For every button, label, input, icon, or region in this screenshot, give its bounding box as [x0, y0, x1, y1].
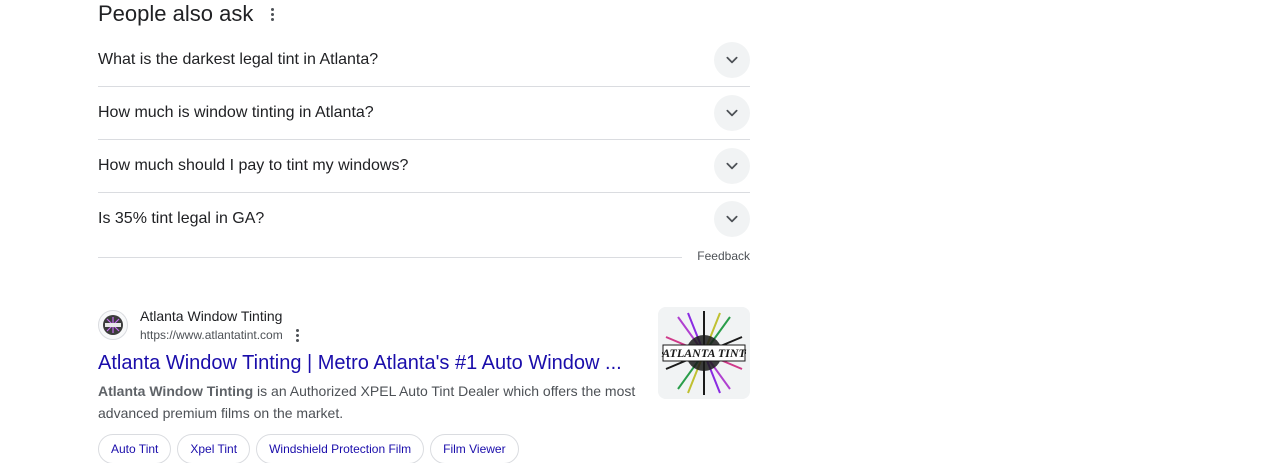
- atlanta-tint-logo-icon: ATLANTA TINT: [658, 307, 750, 399]
- paa-question-text: What is the darkest legal tint in Atlant…: [98, 51, 379, 68]
- paa-question[interactable]: Is 35% tint legal in GA?: [98, 193, 750, 245]
- search-results-page: People also ask What is the darkest lega…: [0, 0, 1280, 463]
- chevron-down-icon[interactable]: [714, 95, 750, 131]
- paa-title: People also ask: [98, 1, 254, 26]
- snippet-highlight: Atlanta Window Tinting: [98, 383, 254, 399]
- more-options-icon[interactable]: [289, 326, 307, 344]
- more-options-icon[interactable]: [263, 2, 281, 26]
- result-source[interactable]: Atlanta Window Tinting https://www.atlan…: [98, 307, 750, 343]
- paa-list: What is the darkest legal tint in Atlant…: [98, 34, 750, 245]
- chevron-down-icon[interactable]: [714, 42, 750, 78]
- thumbnail-logo-text: ATLANTA TINT: [661, 346, 746, 360]
- chevron-down-icon[interactable]: [714, 148, 750, 184]
- paa-question[interactable]: How much should I pay to tint my windows…: [98, 140, 750, 193]
- site-url: https://www.atlantatint.com: [140, 328, 283, 342]
- sitelink-chips: Auto Tint Xpel Tint Windshield Protectio…: [98, 434, 750, 463]
- result-title-link[interactable]: Atlanta Window Tinting | Metro Atlanta's…: [98, 350, 643, 376]
- sitelink-chip[interactable]: Auto Tint: [98, 434, 172, 463]
- paa-question-text: How much should I pay to tint my windows…: [98, 157, 409, 174]
- feedback-row: Feedback: [98, 247, 750, 267]
- divider: [98, 257, 682, 258]
- site-info: Atlanta Window Tinting https://www.atlan…: [140, 306, 307, 344]
- chevron-down-icon[interactable]: [714, 201, 750, 237]
- result-thumbnail[interactable]: ATLANTA TINT: [658, 307, 750, 399]
- sitelink-chip[interactable]: Windshield Protection Film: [256, 434, 425, 463]
- search-result: Atlanta Window Tinting https://www.atlan…: [98, 307, 750, 463]
- sitelink-chip[interactable]: Xpel Tint: [177, 434, 251, 463]
- site-url-row: https://www.atlantatint.com: [140, 326, 307, 344]
- paa-header: People also ask: [98, 0, 750, 28]
- paa-question-text: How much is window tinting in Atlanta?: [98, 104, 374, 121]
- paa-question-text: Is 35% tint legal in GA?: [98, 210, 265, 227]
- site-favicon-icon: [98, 310, 128, 340]
- site-name: Atlanta Window Tinting: [140, 308, 283, 324]
- paa-question[interactable]: How much is window tinting in Atlanta?: [98, 87, 750, 140]
- people-also-ask: People also ask What is the darkest lega…: [98, 0, 750, 267]
- feedback-link[interactable]: Feedback: [697, 249, 750, 263]
- paa-question[interactable]: What is the darkest legal tint in Atlant…: [98, 34, 750, 87]
- result-snippet: Atlanta Window Tinting is an Authorized …: [98, 380, 643, 424]
- sitelink-chip[interactable]: Film Viewer: [430, 434, 519, 463]
